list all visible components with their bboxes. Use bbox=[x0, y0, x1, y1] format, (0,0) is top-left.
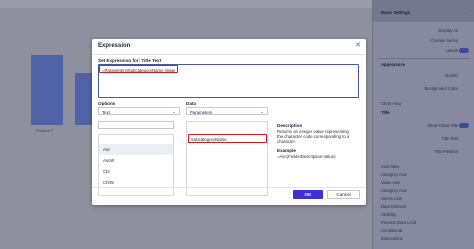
options-category-select[interactable]: Text ⌄ bbox=[98, 107, 180, 115]
chart-bar bbox=[31, 55, 63, 125]
panel-row-data-element[interactable]: Data Element bbox=[381, 204, 406, 209]
panel-row-conditional[interactable]: Conditional bbox=[381, 228, 402, 233]
chevron-down-icon: ⌄ bbox=[172, 108, 176, 114]
panel-divider bbox=[377, 58, 471, 59]
list-item-chr[interactable]: Chr bbox=[99, 166, 173, 177]
panel-section-title[interactable]: Title bbox=[381, 110, 390, 115]
panel-row-labels[interactable]: Labels bbox=[446, 48, 458, 53]
panel-row-preview-data-limit[interactable]: Preview Data Limit bbox=[381, 220, 416, 225]
panel-section-basic-settings[interactable]: Basic Settings bbox=[381, 10, 410, 15]
expression-highlight-box bbox=[99, 65, 178, 73]
panel-row-axis-data[interactable]: Axis Data bbox=[381, 164, 399, 169]
panel-row-title-position[interactable]: Title Position bbox=[434, 149, 458, 154]
show-title-toggle[interactable] bbox=[459, 123, 469, 128]
description-panel: Description Returns an integer value rep… bbox=[275, 121, 359, 187]
labels-toggle[interactable] bbox=[459, 48, 469, 53]
example-title: Example bbox=[277, 148, 296, 153]
panel-section-appearance[interactable]: Appearance bbox=[381, 62, 405, 67]
panel-row-title-text[interactable]: Title Text bbox=[441, 136, 458, 141]
list-item-asc[interactable]: Asc bbox=[99, 144, 173, 155]
dialog-title: Expression bbox=[98, 43, 131, 49]
panel-row-choose-series[interactable]: Choose Series bbox=[431, 38, 458, 43]
example-text: =Asc(Fields!Description.Value) bbox=[277, 154, 336, 159]
options-selected-value: Text bbox=[102, 109, 110, 115]
data-selected-value: Parameters bbox=[190, 109, 213, 115]
panel-row-category-axis-2[interactable]: Category Axis bbox=[381, 188, 407, 193]
panel-row-interactions[interactable]: Interactions bbox=[381, 236, 403, 241]
panel-row-background-color[interactable]: Background Color bbox=[424, 86, 458, 91]
dialog-header-divider bbox=[92, 54, 366, 55]
panel-row-visibility[interactable]: Visibility bbox=[381, 212, 396, 217]
data-source-select[interactable]: Parameters ⌄ bbox=[186, 107, 268, 115]
properties-panel: Basic Settings ⌄ Display As Choose Serie… bbox=[372, 0, 474, 249]
panel-row-border[interactable]: Border bbox=[445, 73, 458, 78]
chevron-down-icon: ⌄ bbox=[464, 9, 468, 14]
cancel-button[interactable]: Cancel bbox=[327, 190, 360, 199]
expression-target-label: Set Expression for: Title Text bbox=[98, 58, 162, 63]
options-label: Options bbox=[98, 101, 116, 106]
chart-toolbar bbox=[0, 0, 372, 8]
close-icon[interactable]: ✕ bbox=[355, 42, 361, 49]
panel-row-series-axis[interactable]: Series Axis bbox=[381, 196, 402, 201]
panel-row-category-axis[interactable]: Category Axis bbox=[381, 172, 407, 177]
data-field-list[interactable]: SubcategoryName bbox=[186, 121, 268, 196]
expression-dialog: Expression ✕ Set Expression for: Title T… bbox=[92, 39, 366, 205]
description-title: Description bbox=[277, 123, 303, 128]
data-item-highlight-box bbox=[188, 134, 267, 143]
options-search-input[interactable] bbox=[98, 121, 174, 129]
description-text: Returns an integer value representing th… bbox=[277, 129, 350, 145]
dialog-footer-divider bbox=[92, 187, 366, 188]
ok-button[interactable]: OK bbox=[293, 190, 323, 199]
panel-row-chart-area[interactable]: Chart Area bbox=[381, 101, 401, 106]
panel-row-value-axis[interactable]: Value Axis bbox=[381, 180, 400, 185]
chevron-down-icon: ⌄ bbox=[260, 108, 264, 114]
list-item-ascw[interactable]: AscW bbox=[99, 155, 173, 166]
chart-x-label: Phones T bbox=[36, 128, 54, 133]
panel-row-display-as[interactable]: Display As bbox=[438, 28, 458, 33]
panel-row-show-chart-title[interactable]: Show Chart Title bbox=[427, 123, 458, 128]
data-label: Data bbox=[186, 101, 196, 106]
